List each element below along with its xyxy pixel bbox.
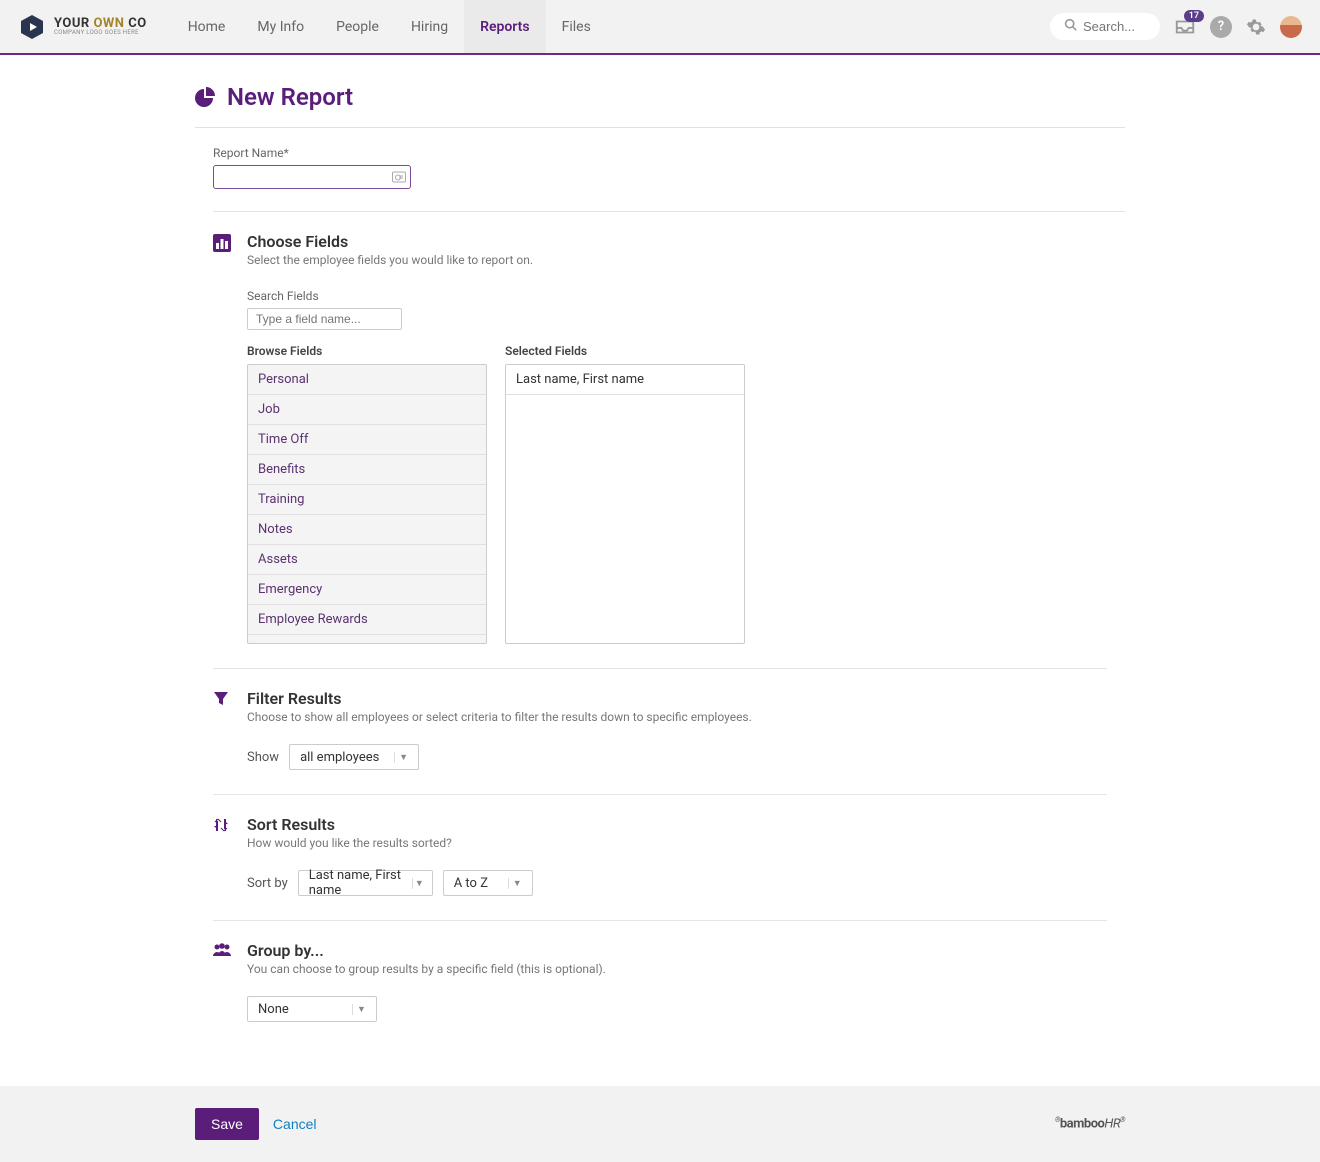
nav-hiring[interactable]: Hiring [395,0,464,53]
nav-people[interactable]: People [320,0,395,53]
browse-fields-list[interactable]: Personal Job Time Off Benefits Training … [247,364,487,644]
funnel-icon [213,691,233,770]
chevron-down-icon: ▼ [352,1004,370,1015]
logo-tagline: COMPANY LOGO GOES HERE [54,30,147,36]
category-emergency[interactable]: Emergency [248,575,486,605]
sortby-label: Sort by [247,876,288,891]
company-logo[interactable]: YOUR OWN CO COMPANY LOGO GOES HERE [18,13,147,41]
chevron-down-icon: ▼ [508,878,526,889]
category-training[interactable]: Training [248,485,486,515]
search-fields-label: Search Fields [247,289,1125,303]
show-label: Show [247,750,279,765]
save-button[interactable]: Save [195,1108,259,1140]
nav-reports[interactable]: Reports [464,0,546,53]
footer: Save Cancel ®bambooHR® [0,1086,1320,1162]
category-benefits[interactable]: Benefits [248,455,486,485]
bamboohr-logo: ®bambooHR® [1055,1116,1125,1131]
choose-fields-sub: Select the employee fields you would lik… [247,253,1125,267]
show-select-value: all employees [300,750,379,765]
contact-card-icon [392,172,406,183]
category-employee-rewards[interactable]: Employee Rewards [248,605,486,635]
page-header: New Report [195,83,1125,128]
category-fun-facts[interactable]: Fun Facts [248,635,486,644]
logo-hex-icon [18,13,46,41]
report-name-row: Report Name* [213,146,1125,189]
sort-order-value: A to Z [454,876,488,891]
category-time-off[interactable]: Time Off [248,425,486,455]
browse-fields-label: Browse Fields [247,344,487,358]
pie-chart-icon [195,87,215,107]
sort-field-select[interactable]: Last name, First name ▼ [298,870,433,896]
search-icon [1064,18,1077,35]
category-personal[interactable]: Personal [248,365,486,395]
search-fields-input[interactable] [247,308,402,330]
inbox-badge: 17 [1184,10,1204,22]
page-content: New Report Report Name* Choose Fields Se… [195,55,1125,1086]
logo-text: YOUR OWN CO COMPANY LOGO GOES HERE [54,17,147,36]
chevron-down-icon: ▼ [412,878,426,889]
topbar-right: 17 ? [1050,13,1302,40]
filter-title: Filter Results [247,689,1107,708]
chevron-down-icon: ▼ [394,752,412,763]
main-nav: Home My Info People Hiring Reports Files [172,0,607,53]
search-input[interactable] [1083,19,1153,34]
selected-field-item[interactable]: Last name, First name [506,365,744,395]
category-notes[interactable]: Notes [248,515,486,545]
people-group-icon [213,943,233,1022]
nav-files[interactable]: Files [546,0,607,53]
filter-sub: Choose to show all employees or select c… [247,710,1107,724]
topbar: YOUR OWN CO COMPANY LOGO GOES HERE Home … [0,0,1320,55]
choose-fields-title: Choose Fields [247,232,1125,251]
report-name-input[interactable] [213,165,411,189]
sort-title: Sort Results [247,815,1107,834]
section-group-by: Group by... You can choose to group resu… [213,920,1107,1046]
settings-button[interactable] [1246,17,1266,37]
bar-chart-icon [213,234,233,644]
user-avatar[interactable] [1280,16,1302,38]
group-sub: You can choose to group results by a spe… [247,962,1107,976]
inbox-button[interactable]: 17 [1174,16,1196,38]
section-sort-results: Sort Results How would you like the resu… [213,794,1107,920]
global-search[interactable] [1050,13,1160,40]
selected-fields-label: Selected Fields [505,344,745,358]
nav-home[interactable]: Home [172,0,242,53]
sort-icon [213,817,233,896]
page-title: New Report [227,83,353,111]
section-filter-results: Filter Results Choose to show all employ… [213,668,1107,794]
show-select[interactable]: all employees ▼ [289,744,419,770]
nav-my-info[interactable]: My Info [241,0,320,53]
selected-fields-list[interactable]: Last name, First name [505,364,745,644]
group-title: Group by... [247,941,1107,960]
group-select[interactable]: None ▼ [247,996,377,1022]
sort-field-value: Last name, First name [309,868,404,898]
category-assets[interactable]: Assets [248,545,486,575]
section-choose-fields: Choose Fields Select the employee fields… [213,211,1125,668]
sort-order-select[interactable]: A to Z ▼ [443,870,533,896]
category-job[interactable]: Job [248,395,486,425]
cancel-button[interactable]: Cancel [273,1116,317,1132]
help-button[interactable]: ? [1210,16,1232,38]
sort-sub: How would you like the results sorted? [247,836,1107,850]
group-select-value: None [258,1002,289,1017]
report-name-label: Report Name* [213,146,1125,160]
